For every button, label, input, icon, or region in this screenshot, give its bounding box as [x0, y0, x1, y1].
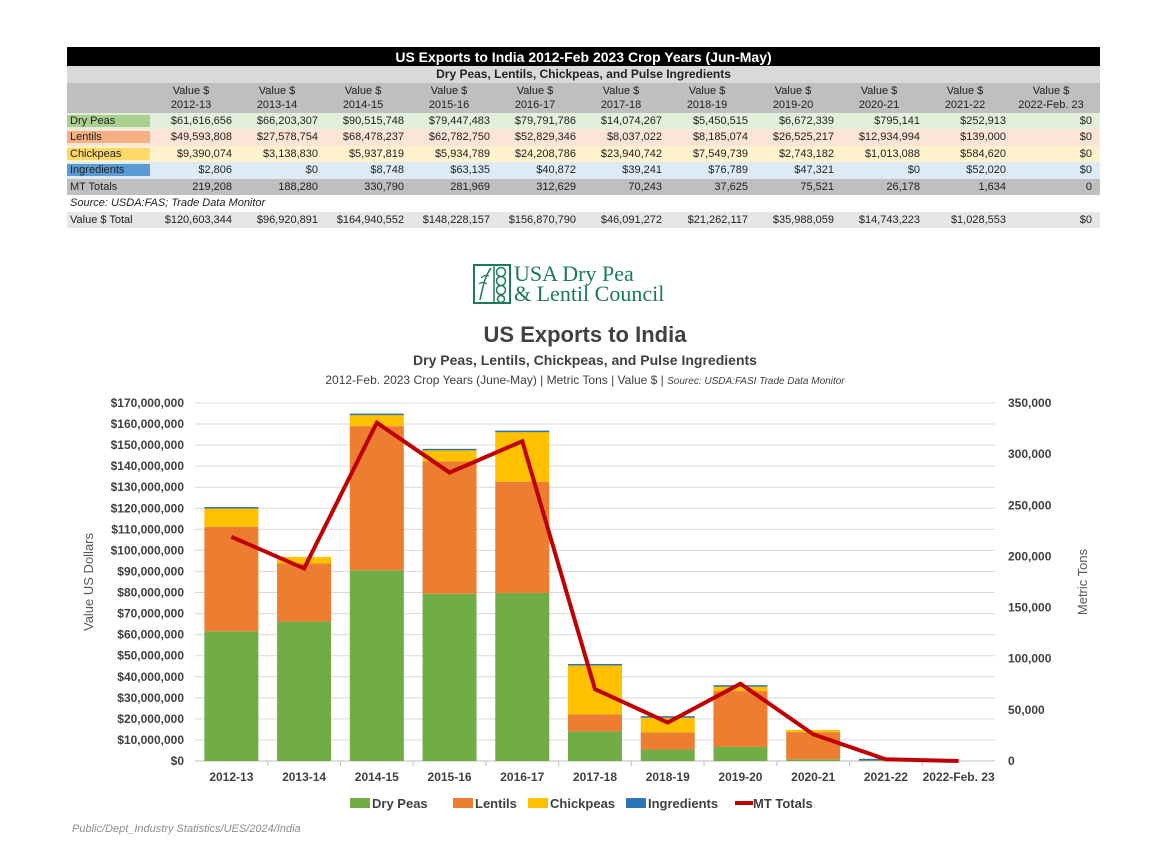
y2-tick-label: 150,000 [1008, 601, 1052, 615]
legend-label: Ingredients [648, 796, 718, 811]
y-tick-label: $10,000,000 [117, 733, 184, 747]
y-tick-label: $70,000,000 [117, 607, 184, 621]
y2-tick-label: 300,000 [1008, 447, 1052, 461]
y-tick-label: $140,000,000 [111, 459, 185, 473]
legend-label: Chickpeas [550, 796, 615, 811]
x-tick-label: 2020-21 [791, 770, 835, 784]
x-tick-label: 2017-18 [573, 770, 617, 784]
legend-swatch [453, 798, 473, 808]
stacked-bar-line-chart: $0 $10,000,000 $20,000,000 $30,000,000 $40,0… [81, 396, 1090, 811]
legend-swatch [528, 798, 548, 808]
bar-segment-dry-peas [349, 570, 404, 761]
y-tick-label: $60,000,000 [117, 628, 184, 642]
y-tick-label: $170,000,000 [111, 396, 185, 410]
legend-swatch [350, 798, 370, 808]
y-tick-label: $160,000,000 [111, 417, 185, 431]
x-tick-label: 2013-14 [282, 770, 326, 784]
bar-segment-chickpeas [786, 729, 841, 733]
y-tick-label: $150,000,000 [111, 438, 185, 452]
x-tick-label: 2012-13 [209, 770, 253, 784]
y-tick-label: $20,000,000 [117, 712, 184, 726]
y-tick-label: $30,000,000 [117, 691, 184, 705]
bar-segment-ingredients [204, 507, 259, 509]
bar-segment-chickpeas [204, 507, 259, 527]
bar-segment-lentils [495, 481, 550, 593]
x-tick-label: 2022-Feb. 23 [923, 770, 995, 784]
bar-segment-dry-peas [713, 746, 768, 761]
legend-label: MT Totals [753, 796, 813, 811]
bar-segment-dry-peas [204, 631, 259, 761]
bar-segment-ingredients [640, 716, 695, 718]
x-tick-label: 2016-17 [500, 770, 544, 784]
footer-path: Public/Dept_Industry Statistics/UES/2024… [72, 823, 301, 835]
bar-segment-lentils [277, 563, 332, 622]
x-tick-label: 2015-16 [428, 770, 472, 784]
legend-swatch [626, 798, 646, 808]
y2-tick-label: 100,000 [1008, 652, 1052, 666]
x-tick-label: 2021-22 [864, 770, 908, 784]
y-tick-label: $40,000,000 [117, 670, 184, 684]
y-tick-label: $130,000,000 [111, 480, 185, 494]
x-tick-label: 2019-20 [718, 770, 762, 784]
y2-axis-title: Metric Tons [1075, 548, 1090, 615]
y2-tick-label: 350,000 [1008, 396, 1052, 410]
x-tick-label: 2014-15 [355, 770, 399, 784]
y-tick-label: $80,000,000 [117, 586, 184, 600]
y2-tick-label: 200,000 [1008, 549, 1052, 563]
y2-tick-label: 50,000 [1008, 703, 1045, 717]
bar-segment-ingredients [422, 448, 477, 451]
bar-segment-lentils [204, 526, 259, 632]
bar-segment-dry-peas [495, 592, 550, 761]
bar-segment-dry-peas [568, 731, 622, 761]
y2-tick-label: 250,000 [1008, 498, 1052, 512]
bar-segment-dry-peas [422, 593, 477, 761]
y-tick-label: $0 [171, 754, 185, 768]
bar-segment-dry-peas [277, 621, 332, 761]
bar-segment-ingredients [349, 413, 404, 416]
bar-segment-chickpeas [495, 430, 550, 482]
legend-label: Lentils [475, 796, 517, 811]
bar-segment-lentils [422, 461, 477, 594]
y2-tick-label: 0 [1008, 754, 1015, 768]
y-tick-label: $90,000,000 [117, 564, 184, 578]
bar-segment-ingredients [568, 663, 622, 666]
bar-segment-lentils [713, 691, 768, 747]
y-tick-label: $100,000,000 [111, 543, 185, 557]
bar-segment-lentils [349, 426, 404, 571]
y-tick-label: $50,000,000 [117, 649, 184, 663]
y-tick-label: $110,000,000 [111, 522, 184, 536]
bar-segment-lentils [640, 732, 695, 750]
bar-segment-dry-peas [786, 759, 841, 761]
y-axis-title: Value US Dollars [81, 532, 96, 631]
legend-label: Dry Peas [372, 796, 428, 811]
bar-segment-ingredients [495, 430, 550, 433]
x-tick-label: 2018-19 [646, 770, 690, 784]
bar-segment-lentils [568, 714, 622, 732]
y-tick-label: $120,000,000 [111, 501, 185, 515]
bar-segment-dry-peas [640, 749, 695, 761]
